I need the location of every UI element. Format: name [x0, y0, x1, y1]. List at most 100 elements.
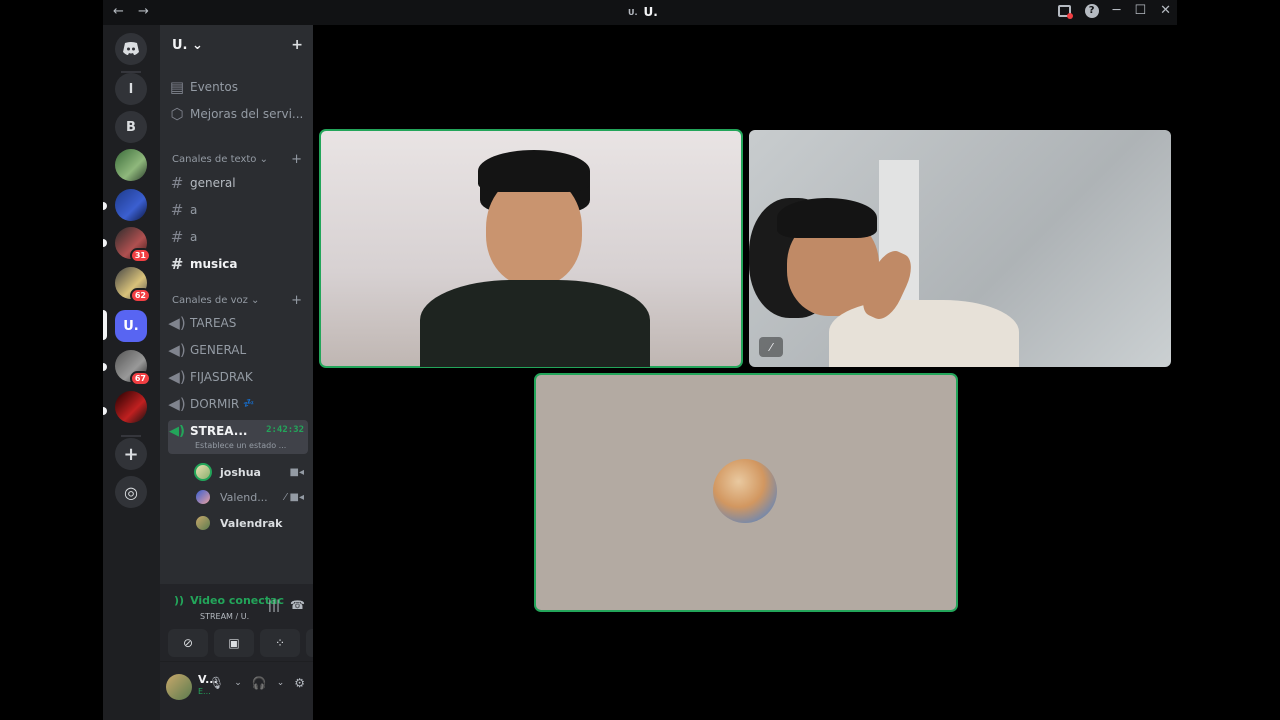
discord-home-icon[interactable] — [115, 33, 147, 65]
nav-arrows: ← → — [113, 4, 159, 19]
add-text-channel-button[interactable]: + — [291, 152, 302, 167]
voice-channel-dormir[interactable]: ◀) DORMIR 💤 — [168, 392, 308, 416]
mention-badge: 62 — [129, 288, 151, 303]
speaker-active-icon: ◀) — [169, 424, 185, 439]
explore-icon[interactable]: ◎ — [115, 476, 147, 508]
speaker-icon: ◀) — [168, 341, 186, 359]
minimize-button[interactable]: ─ — [1113, 3, 1121, 18]
boost-shield-icon: ⬡ — [170, 105, 184, 123]
server-icon-b[interactable]: B — [115, 111, 147, 143]
call-timer: 2:42:32 — [266, 425, 304, 435]
server-list: l B 31 62 U. 67 + ◎ — [103, 25, 160, 720]
disconnect-icon[interactable]: ☎ — [290, 598, 305, 612]
headphones-icon[interactable]: 🎧 — [252, 676, 267, 690]
mention-badge: 67 — [129, 371, 151, 386]
user-panel: V... E... 🎙 ⌄ 🎧 ⌄ ⚙ — [160, 662, 313, 720]
avatar — [194, 463, 212, 481]
activities-button[interactable]: ⁘ — [260, 629, 300, 657]
signal-icon: )) — [174, 594, 185, 607]
voice-channel-tareas[interactable]: ◀) TAREAS — [168, 311, 308, 335]
microphone-icon[interactable]: 🎙 — [209, 676, 224, 690]
hash-icon: # — [170, 255, 184, 273]
nav-boosts[interactable]: ⬡ Mejoras del servi... — [168, 102, 308, 126]
unread-pill — [103, 407, 107, 415]
channel-a[interactable]: # a — [168, 198, 308, 222]
titlebar-controls: ? ─ ☐ ✕ — [1057, 3, 1171, 19]
channel-general[interactable]: # general — [168, 171, 308, 195]
rail-divider — [121, 435, 141, 437]
video-stage: ⁄ — [313, 25, 1177, 720]
server-mini-icon: U. — [628, 7, 638, 17]
camera-off-icon: ⊘ — [182, 636, 194, 650]
channel-musica[interactable]: # musica — [168, 252, 308, 276]
settings-gear-icon[interactable]: ⚙ — [294, 676, 305, 690]
muted-mic-icon: ⁄ — [759, 337, 783, 357]
sleep-emoji: 💤 — [243, 399, 255, 409]
discord-window: ← → U. U. ? ─ ☐ ✕ l B 31 62 U. 67 + ◎ U.… — [103, 0, 1177, 720]
add-server-icon[interactable]: + — [115, 438, 147, 470]
channel-a[interactable]: # a — [168, 225, 308, 249]
voice-user-valendrak[interactable]: Valendrak — [194, 512, 304, 534]
screen-share-icon: ▣ — [228, 636, 240, 650]
voice-channels-category[interactable]: Canales de voz ⌄ + — [172, 293, 302, 308]
text-channels-category[interactable]: Canales de texto ⌄ + — [172, 152, 302, 167]
user-controls: 🎙 ⌄ 🎧 ⌄ ⚙ — [209, 676, 305, 690]
nav-events[interactable]: ▤ Eventos — [168, 75, 308, 99]
server-icon-image[interactable] — [115, 149, 147, 181]
user-avatar[interactable] — [166, 674, 192, 700]
activities-icon: ⁘ — [274, 636, 286, 650]
channel-sidebar: U. ⌄ + ▤ Eventos ⬡ Mejoras del servi... … — [160, 25, 346, 720]
voice-connection-panel: )) Video conectac STREAM / U. ||| ☎ ⊘ ▣ … — [160, 584, 346, 662]
mention-badge: 31 — [129, 248, 151, 263]
video-camera-icon: ■◂ — [289, 466, 304, 478]
unread-pill — [103, 239, 107, 247]
video-tile-valend[interactable]: ⁄ — [749, 130, 1171, 367]
server-icon-image[interactable] — [115, 391, 147, 423]
add-voice-channel-button[interactable]: + — [291, 293, 302, 308]
voice-user-joshua[interactable]: joshua ■◂ — [194, 461, 304, 483]
maximize-button[interactable]: ☐ — [1134, 3, 1146, 18]
server-icon-image[interactable]: 31 — [115, 227, 151, 263]
guild-header[interactable]: U. ⌄ + — [160, 25, 313, 65]
voice-channel-stream[interactable]: ◀) STREA... 2:42:32 Establece un estado … — [168, 420, 308, 454]
chevron-down-icon[interactable]: ⌄ — [277, 678, 285, 688]
help-icon[interactable]: ? — [1084, 3, 1099, 18]
close-button[interactable]: ✕ — [1160, 3, 1171, 18]
voice-channel-fijasdrak[interactable]: ◀) FIJASDRAK — [168, 365, 308, 389]
window-title: U. U. — [628, 5, 658, 19]
server-icon-l[interactable]: l — [115, 73, 147, 105]
noise-suppression-icon[interactable]: ||| — [268, 598, 280, 612]
hash-icon: # — [170, 174, 184, 192]
channel-status[interactable]: Establece un estado ... — [195, 441, 286, 450]
voice-user-valend[interactable]: Valend... ⁄ ■◂ — [194, 486, 304, 508]
voice-channel-general[interactable]: ◀) GENERAL — [168, 338, 308, 362]
title-bar: ← → U. U. ? ─ ☐ ✕ — [103, 0, 1177, 25]
voice-channel-path[interactable]: STREAM / U. — [200, 612, 249, 621]
chevron-down-icon[interactable]: ⌄ — [234, 678, 242, 688]
server-title: U. — [643, 5, 658, 19]
video-tile-joshua[interactable] — [319, 129, 743, 368]
unread-pill — [103, 363, 107, 371]
avatar — [194, 514, 212, 532]
inbox-icon[interactable] — [1057, 4, 1073, 19]
unread-pill — [103, 202, 107, 210]
back-button[interactable]: ← — [113, 4, 124, 19]
add-people-icon[interactable]: + — [291, 37, 303, 53]
participant-video — [420, 150, 650, 367]
server-icon-u[interactable]: U. — [115, 310, 147, 342]
forward-button[interactable]: → — [138, 4, 149, 19]
calendar-icon: ▤ — [169, 78, 185, 96]
video-tile-valendrak[interactable] — [534, 373, 958, 612]
screen-share-button[interactable]: ▣ — [214, 629, 254, 657]
participant-avatar — [713, 459, 777, 523]
participant-video — [749, 190, 1019, 367]
server-icon-image[interactable]: 62 — [115, 267, 151, 303]
speaker-icon: ◀) — [168, 395, 186, 413]
server-icon-image[interactable]: 67 — [115, 350, 151, 386]
muted-mic-and-camera-icon: ⁄ ■◂ — [284, 491, 304, 503]
camera-off-button[interactable]: ⊘ — [168, 629, 208, 657]
hash-icon: # — [170, 201, 184, 219]
guild-name: U. ⌄ — [172, 37, 203, 53]
server-icon-image[interactable] — [115, 189, 147, 221]
hash-icon: # — [170, 228, 184, 246]
